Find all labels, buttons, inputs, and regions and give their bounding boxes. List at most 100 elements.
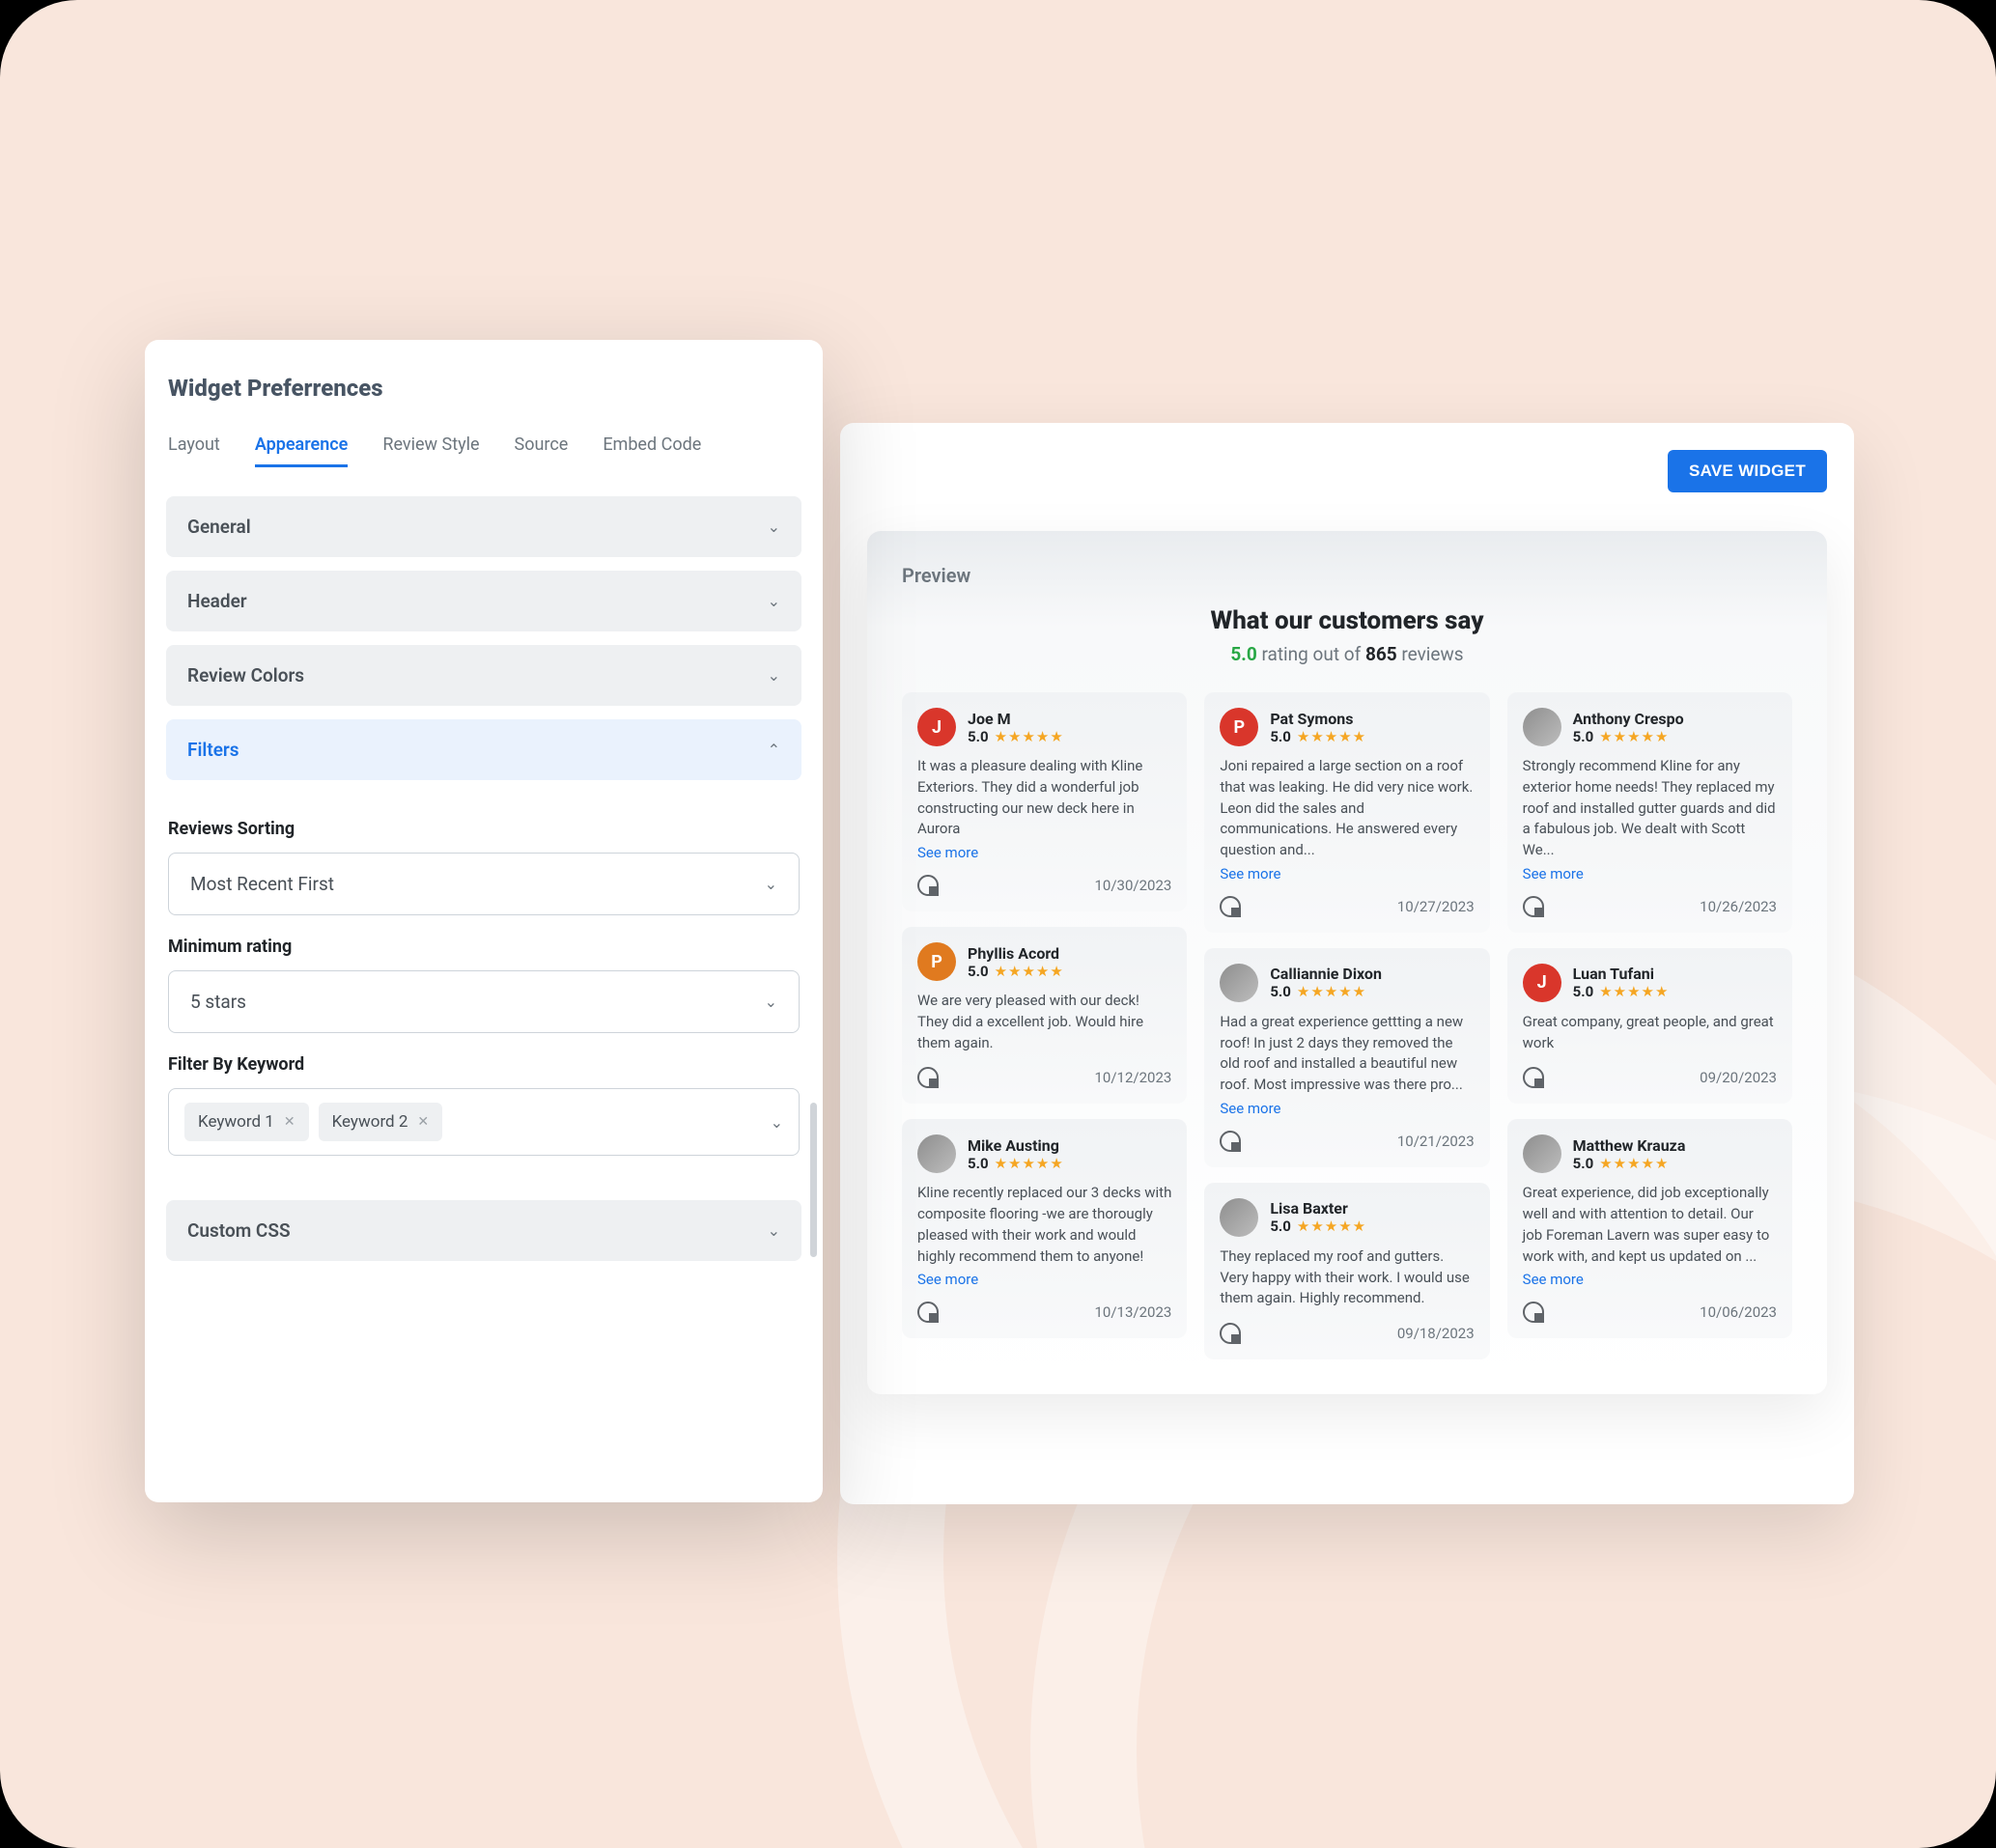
review-card: Matthew Krauza 5.0★★★★★ Great experience… [1507,1119,1792,1338]
avatar [1523,708,1561,746]
chevron-down-icon: ⌄ [765,993,777,1011]
review-count: 865 [1365,643,1397,665]
chevron-down-icon: ⌄ [765,875,777,893]
review-body: Great experience, did job exceptionally … [1523,1183,1777,1267]
stars-icon: ★★★★★ [995,728,1064,745]
review-body: Joni repaired a large section on a roof … [1220,756,1474,861]
tab-appearence[interactable]: Appearence [255,434,349,467]
avatar [1523,1134,1561,1173]
source-icon [1220,896,1241,917]
stars-icon: ★★★★★ [995,1155,1064,1172]
accordion-filters[interactable]: Filters ⌃ [166,719,801,780]
preview-card: Preview What our customers say 5.0 ratin… [867,531,1827,1394]
source-icon [1220,1323,1241,1344]
review-date: 10/27/2023 [1397,898,1475,915]
reviewer-name: Joe M [968,710,1064,728]
accordion-custom-css[interactable]: Custom CSS ⌄ [166,1200,801,1261]
review-date: 09/18/2023 [1397,1325,1475,1342]
chevron-down-icon: ⌄ [768,518,780,536]
see-more-link[interactable]: See more [1523,1271,1584,1288]
see-more-link[interactable]: See more [917,844,978,861]
source-icon [1523,1302,1544,1323]
review-card: P Pat Symons 5.0★★★★★ Joni repaired a la… [1204,692,1489,933]
keyword-tag: Keyword 2✕ [319,1103,443,1141]
accordion-general[interactable]: General ⌄ [166,496,801,557]
review-date: 10/30/2023 [1095,877,1172,894]
min-rating-label: Minimum rating [168,937,800,957]
chevron-up-icon: ⌃ [768,741,780,759]
stars-icon: ★★★★★ [1599,983,1669,1000]
review-card: P Phyllis Acord 5.0★★★★★ We are very ple… [902,927,1187,1104]
see-more-link[interactable]: See more [1220,1100,1280,1117]
chevron-down-icon: ⌄ [768,592,780,610]
source-icon [1523,896,1544,917]
preview-subheading: 5.0 rating out of 865 reviews [902,643,1792,665]
review-body: Kline recently replaced our 3 decks with… [917,1183,1171,1267]
source-icon [917,1302,939,1323]
review-date: 10/12/2023 [1095,1069,1172,1086]
review-card: J Joe M 5.0★★★★★ It was a pleasure deali… [902,692,1187,911]
review-date: 10/06/2023 [1700,1303,1777,1321]
rating-score: 5.0 [1230,643,1256,665]
reviewer-name: Anthony Crespo [1573,710,1684,728]
keyword-tag: Keyword 1✕ [184,1103,309,1141]
tab-layout[interactable]: Layout [168,434,220,467]
accordion-header[interactable]: Header ⌄ [166,571,801,631]
reviewer-name: Phyllis Acord [968,944,1064,963]
review-body: Great company, great people, and great w… [1523,1012,1777,1054]
keyword-filter-input[interactable]: Keyword 1✕ Keyword 2✕ ⌄ [168,1088,800,1156]
preview-heading: What our customers say [902,606,1792,635]
review-body: Strongly recommend Kline for any exterio… [1523,756,1777,861]
review-card: Anthony Crespo 5.0★★★★★ Strongly recomme… [1507,692,1792,933]
review-body: Had a great experience gettting a new ro… [1220,1012,1474,1096]
review-body: They replaced my roof and gutters. Very … [1220,1246,1474,1309]
review-body: It was a pleasure dealing with Kline Ext… [917,756,1171,840]
reviewer-name: Luan Tufani [1573,965,1670,983]
reviewer-name: Mike Austing [968,1136,1064,1155]
tab-source[interactable]: Source [515,434,569,467]
preview-window: SAVE WIDGET Preview What our customers s… [840,423,1854,1504]
settings-panel: Widget Preferrences Layout Appearence Revi… [145,340,823,1502]
source-icon [917,875,939,896]
remove-tag-icon[interactable]: ✕ [284,1114,295,1130]
panel-title: Widget Preferrences [166,375,801,402]
see-more-link[interactable]: See more [917,1271,978,1288]
stars-icon: ★★★★★ [1599,728,1669,745]
review-card: Calliannie Dixon 5.0★★★★★ Had a great ex… [1204,948,1489,1167]
source-icon [1523,1067,1544,1088]
review-date: 10/21/2023 [1397,1133,1475,1150]
review-card: J Luan Tufani 5.0★★★★★ Great company, gr… [1507,948,1792,1105]
review-date: 09/20/2023 [1700,1069,1777,1086]
accordion-review-colors[interactable]: Review Colors ⌄ [166,645,801,706]
source-icon [917,1067,939,1088]
reviewer-name: Matthew Krauza [1573,1136,1686,1155]
sorting-select[interactable]: Most Recent First ⌄ [168,853,800,915]
stars-icon: ★★★★★ [995,963,1064,980]
save-widget-button[interactable]: SAVE WIDGET [1668,450,1827,492]
scrollbar-thumb[interactable] [810,1103,817,1257]
reviewer-name: Calliannie Dixon [1270,965,1382,983]
avatar: J [917,708,956,746]
see-more-link[interactable]: See more [1220,865,1280,882]
avatar: J [1523,964,1561,1002]
preview-label: Preview [902,564,1792,587]
remove-tag-icon[interactable]: ✕ [417,1114,429,1130]
source-icon [1220,1131,1241,1152]
sorting-label: Reviews Sorting [168,819,800,839]
reviewer-name: Pat Symons [1270,710,1366,728]
avatar: P [1220,708,1258,746]
chevron-down-icon: ⌄ [771,1113,783,1132]
stars-icon: ★★★★★ [1599,1155,1669,1172]
see-more-link[interactable]: See more [1523,865,1584,882]
avatar [1220,1198,1258,1237]
stars-icon: ★★★★★ [1297,1218,1366,1235]
reviewer-name: Lisa Baxter [1270,1199,1366,1218]
stars-icon: ★★★★★ [1297,983,1366,1000]
review-card: Lisa Baxter 5.0★★★★★ They replaced my ro… [1204,1183,1489,1359]
review-card: Mike Austing 5.0★★★★★ Kline recently rep… [902,1119,1187,1338]
tab-review-style[interactable]: Review Style [382,434,479,467]
min-rating-select[interactable]: 5 stars ⌄ [168,970,800,1033]
chevron-down-icon: ⌄ [768,666,780,685]
tab-embed-code[interactable]: Embed Code [603,434,701,467]
chevron-down-icon: ⌄ [768,1221,780,1240]
